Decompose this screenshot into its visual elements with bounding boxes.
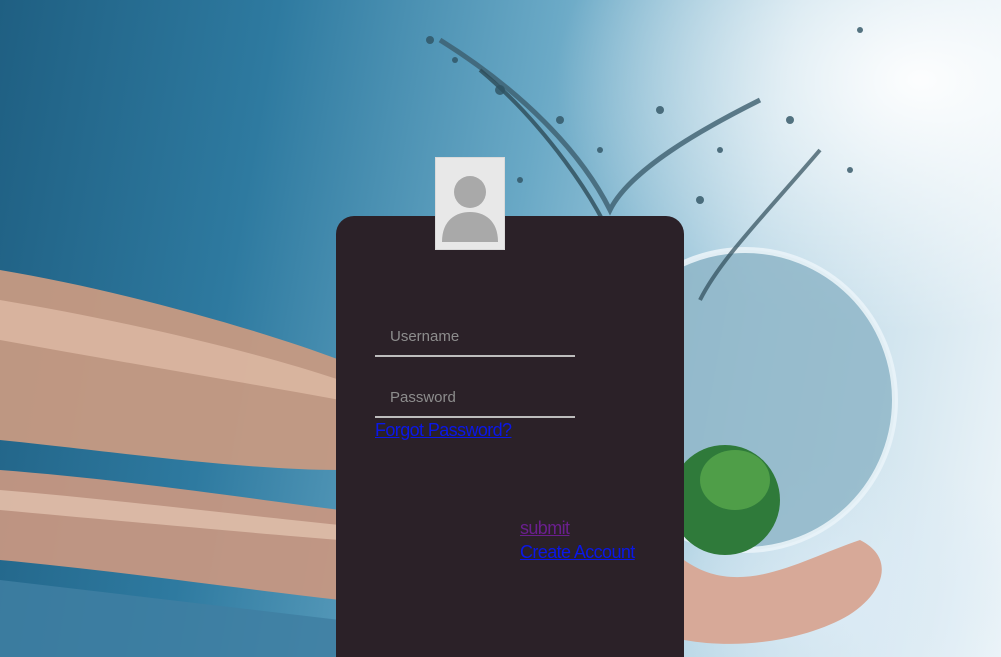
user-silhouette-icon bbox=[442, 176, 498, 242]
create-account-link[interactable]: Create Account bbox=[520, 542, 635, 563]
avatar bbox=[435, 157, 505, 250]
username-input[interactable] bbox=[375, 317, 575, 357]
password-input[interactable] bbox=[375, 378, 575, 418]
forgot-password-link[interactable]: Forgot Password? bbox=[375, 420, 512, 441]
submit-link[interactable]: submit bbox=[520, 518, 570, 539]
